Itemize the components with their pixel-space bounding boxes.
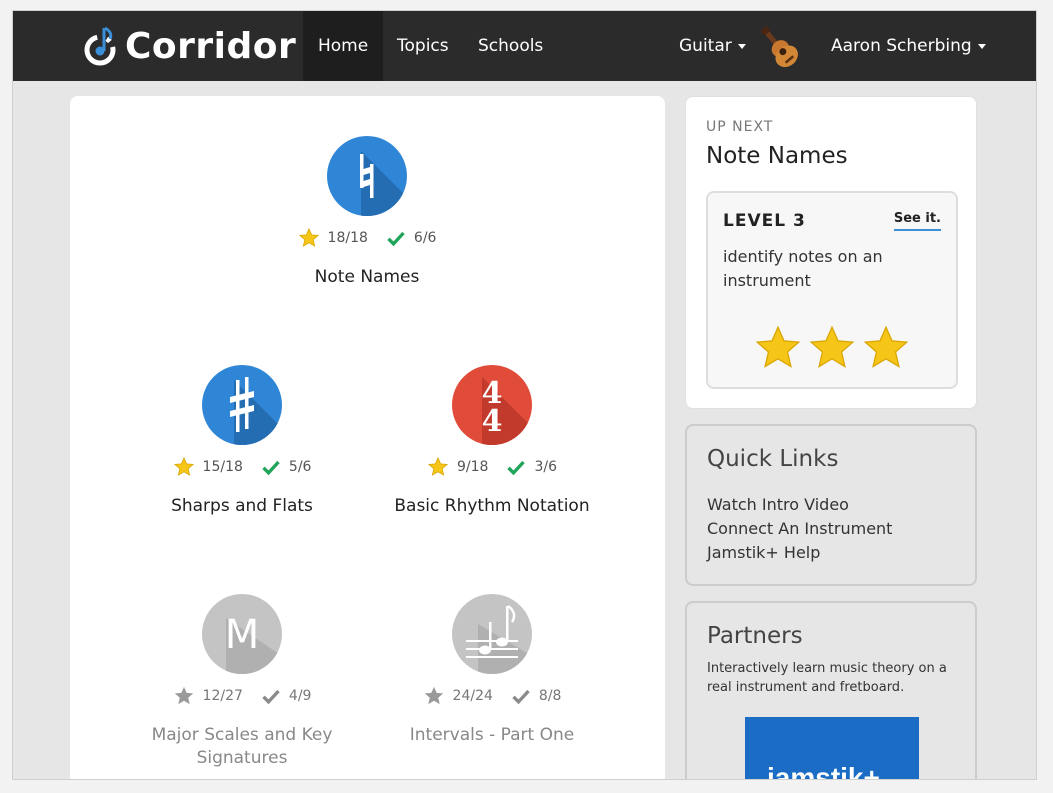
skill-basic-rhythm-notation[interactable]: 4 4 9/18 3/6 Basic Rhythm Notation (372, 365, 612, 518)
skill-major-scales[interactable]: M 12/27 4/9 Major Scales and Key Signatu… (122, 594, 362, 770)
star-count: 15/18 (202, 459, 243, 475)
checkmark-icon (262, 460, 280, 476)
chevron-down-icon (737, 43, 746, 49)
checkmark-icon (512, 689, 530, 705)
link-connect-instrument[interactable]: Connect An Instrument (707, 517, 892, 541)
see-it-link[interactable]: See it. (893, 211, 941, 231)
skill-stats: 18/18 6/6 (247, 226, 487, 250)
skill-name: Major Scales and Key Signatures (151, 725, 333, 768)
check-count: 6/6 (413, 230, 437, 246)
quick-links-card: Quick Links Watch Intro Video Connect An… (685, 424, 977, 586)
skill-sharps-and-flats[interactable]: 15/18 5/6 Sharps and Flats (122, 365, 362, 518)
guitar-icon[interactable] (755, 23, 803, 71)
m-letter-icon: M (202, 594, 282, 674)
star-icon (427, 456, 449, 476)
top-navbar: Corridor Home Topics Schools Guitar Aaro… (13, 11, 1036, 81)
check-count: 4/9 (288, 688, 312, 704)
skill-stats: 24/24 8/8 (372, 684, 612, 708)
svg-text:4: 4 (482, 404, 503, 439)
app-name: Corridor (125, 25, 297, 67)
star-icon (424, 686, 443, 705)
star-icon (809, 325, 855, 368)
natural-sign-icon (327, 136, 407, 216)
skill-name: Intervals - Part One (409, 725, 575, 745)
checkmark-icon (262, 689, 280, 705)
notes-icon (452, 594, 532, 674)
checkmark-icon (387, 231, 405, 247)
check-count: 8/8 (538, 688, 562, 704)
skill-tree-card: 18/18 6/6 Note Names 15/18 5/6 Sharps an… (70, 96, 665, 779)
level-stars (708, 323, 956, 373)
star-icon (863, 325, 909, 368)
star-count: 24/24 (452, 688, 493, 704)
instrument-dropdown[interactable]: Guitar (664, 11, 761, 81)
star-count: 18/18 (327, 230, 368, 246)
chevron-down-icon (977, 43, 986, 49)
quick-links-title: Quick Links (707, 446, 839, 472)
nav-home[interactable]: Home (303, 11, 384, 81)
partners-description: Interactively learn music theory on a re… (707, 661, 947, 695)
jamstik-logo[interactable]: jamstik+ (745, 717, 919, 780)
quick-links-list: Watch Intro Video Connect An Instrument … (707, 493, 892, 565)
user-name: Aaron Scherbing (831, 36, 972, 56)
jamstik-logo-text: jamstik+ (767, 762, 880, 780)
skill-name: Sharps and Flats (171, 496, 313, 516)
level-card[interactable]: LEVEL 3 See it. identify notes on an ins… (706, 191, 958, 389)
skill-intervals-part-one[interactable]: 24/24 8/8 Intervals - Part One (372, 594, 612, 747)
app-frame: Corridor Home Topics Schools Guitar Aaro… (12, 10, 1037, 780)
link-watch-intro-video[interactable]: Watch Intro Video (707, 493, 892, 517)
level-label: LEVEL 3 (723, 211, 806, 231)
skill-stats: 12/27 4/9 (122, 684, 362, 708)
sharp-sign-icon (202, 365, 282, 445)
check-count: 3/6 (534, 459, 557, 475)
up-next-title: Note Names (706, 143, 848, 169)
user-menu[interactable]: Aaron Scherbing (816, 11, 1001, 81)
star-icon (173, 456, 194, 476)
star-count: 12/27 (202, 688, 243, 704)
skill-note-names[interactable]: 18/18 6/6 Note Names (247, 136, 487, 289)
skill-stats: 9/18 3/6 (372, 455, 612, 479)
nav-schools[interactable]: Schools (463, 11, 558, 81)
skill-name: Note Names (314, 267, 420, 287)
logo[interactable]: Corridor (83, 19, 296, 73)
star-count: 9/18 (457, 459, 489, 475)
star-icon (755, 325, 801, 368)
corridor-logo-icon (84, 26, 116, 66)
skill-name: Basic Rhythm Notation (394, 496, 590, 516)
up-next-card: UP NEXT Note Names LEVEL 3 See it. ident… (685, 96, 977, 409)
checkmark-icon (507, 460, 526, 476)
skill-stats: 15/18 5/6 (122, 455, 362, 479)
check-count: 5/6 (288, 459, 312, 475)
svg-text:M: M (225, 612, 260, 658)
star-icon (298, 227, 319, 247)
partners-title: Partners (707, 623, 803, 649)
partners-card: Partners Interactively learn music theor… (685, 601, 977, 780)
star-icon (174, 686, 193, 705)
time-signature-icon: 4 4 (452, 365, 532, 445)
level-description: identify notes on an instrument (723, 247, 883, 290)
up-next-label: UP NEXT (706, 119, 774, 135)
link-jamstik-help[interactable]: Jamstik+ Help (707, 541, 892, 565)
instrument-label: Guitar (679, 36, 732, 56)
nav-topics[interactable]: Topics (382, 11, 464, 81)
